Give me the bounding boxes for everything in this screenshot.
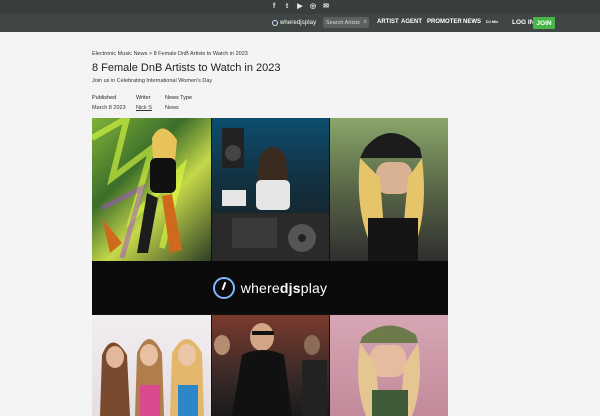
article-subtitle: Join us in Celebrating International Wom… [92,78,213,84]
instagram-icon[interactable]: ◎ [309,3,317,11]
main-navbar: wheredjsplay Search Artists ⌕ ARTIST AGE… [0,14,600,32]
artist-photo-1 [92,118,211,261]
facebook-icon[interactable]: f [270,3,278,11]
nav-small-link[interactable]: DJ Mix [486,20,498,24]
social-bar: f t ▶ ◎ ✉ [0,0,600,14]
logo-text: wheredjsplay [280,20,317,26]
search-icon[interactable]: ⌕ [364,19,369,26]
artist-photo-3 [330,118,448,261]
site-logo[interactable]: wheredjsplay [272,18,316,28]
writer-label: Writer [136,95,151,101]
join-button[interactable]: JOIN [533,17,555,29]
breadcrumb[interactable]: Electronic Music News > 8 Female DnB Art… [92,51,248,57]
search-input[interactable]: Search Artists ⌕ [323,17,369,28]
brand-wordmark: wheredjsplay [240,279,328,296]
nav-agent[interactable]: AGENT [401,19,422,25]
brand-logo-icon [212,276,235,299]
artist-photo-4 [92,315,211,416]
published-label: Published [92,95,117,101]
email-icon[interactable]: ✉ [322,3,330,11]
artist-photo-2 [212,118,329,261]
collage-banner: wheredjsplay [92,261,448,314]
artist-photo-5 [212,315,329,416]
nav-news[interactable]: NEWS [463,19,481,25]
nav-promoter[interactable]: PROMOTER [427,19,462,25]
news-type-label: News Type [165,95,193,101]
twitter-icon[interactable]: t [283,3,291,11]
nav-artist[interactable]: ARTIST [377,19,399,25]
search-placeholder: Search Artists [326,19,360,26]
writer-link[interactable]: Nick S [136,105,152,111]
published-date: March 8 2023 [92,105,126,111]
logo-icon [272,20,278,26]
news-type-value: News [165,105,179,111]
youtube-icon[interactable]: ▶ [296,3,304,11]
hero-collage: wheredjsplay [92,118,448,416]
artist-photo-6 [330,315,448,416]
page-title: 8 Female DnB Artists to Watch in 2023 [92,62,281,74]
login-link[interactable]: LOG IN [512,19,534,26]
